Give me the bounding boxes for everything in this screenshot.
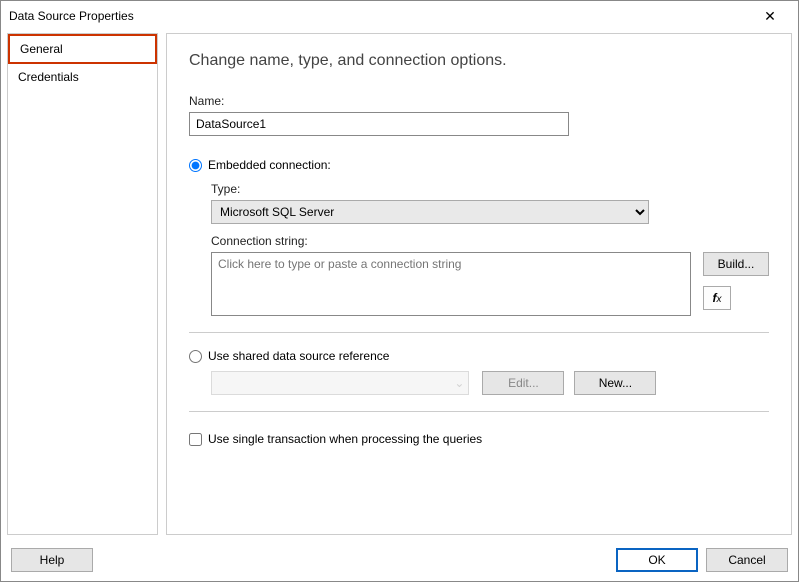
cancel-button[interactable]: Cancel xyxy=(706,548,788,572)
name-input[interactable] xyxy=(189,112,569,136)
window-title: Data Source Properties xyxy=(9,9,134,23)
build-button[interactable]: Build... xyxy=(703,252,769,276)
main-panel: Change name, type, and connection option… xyxy=(166,33,792,535)
single-txn-checkbox[interactable] xyxy=(189,433,202,446)
ok-button[interactable]: OK xyxy=(616,548,698,572)
sidebar-item-label: Credentials xyxy=(18,70,79,84)
single-txn-label: Use single transaction when processing t… xyxy=(208,432,482,446)
titlebar: Data Source Properties ✕ xyxy=(1,1,798,31)
type-select[interactable]: Microsoft SQL Server xyxy=(211,200,649,224)
new-button[interactable]: New... xyxy=(574,371,656,395)
edit-button: Edit... xyxy=(482,371,564,395)
embedded-radio-row[interactable]: Embedded connection: xyxy=(189,158,769,172)
sidebar-item-general[interactable]: General xyxy=(8,34,157,64)
shared-controls: ⌄ Edit... New... xyxy=(211,371,769,395)
conn-string-textarea[interactable] xyxy=(211,252,691,316)
embedded-radio[interactable] xyxy=(189,159,202,172)
shared-radio-label: Use shared data source reference xyxy=(208,349,389,363)
page-heading: Change name, type, and connection option… xyxy=(189,52,769,70)
divider xyxy=(189,332,769,333)
fx-button[interactable]: fx xyxy=(703,286,731,310)
dialog-footer: Help OK Cancel xyxy=(1,539,798,581)
embedded-radio-label: Embedded connection: xyxy=(208,158,331,172)
name-label: Name: xyxy=(189,94,769,108)
dialog-content: General Credentials Change name, type, a… xyxy=(1,31,798,535)
shared-radio-row[interactable]: Use shared data source reference xyxy=(189,349,769,363)
single-txn-row[interactable]: Use single transaction when processing t… xyxy=(189,432,769,446)
divider xyxy=(189,411,769,412)
sidebar-item-label: General xyxy=(20,42,63,56)
close-icon[interactable]: ✕ xyxy=(750,8,790,25)
help-button[interactable]: Help xyxy=(11,548,93,572)
sidebar-item-credentials[interactable]: Credentials xyxy=(8,64,157,90)
sidebar: General Credentials xyxy=(7,33,158,535)
conn-string-label: Connection string: xyxy=(211,234,769,248)
shared-radio[interactable] xyxy=(189,350,202,363)
shared-source-select xyxy=(211,371,469,395)
type-label: Type: xyxy=(211,182,769,196)
